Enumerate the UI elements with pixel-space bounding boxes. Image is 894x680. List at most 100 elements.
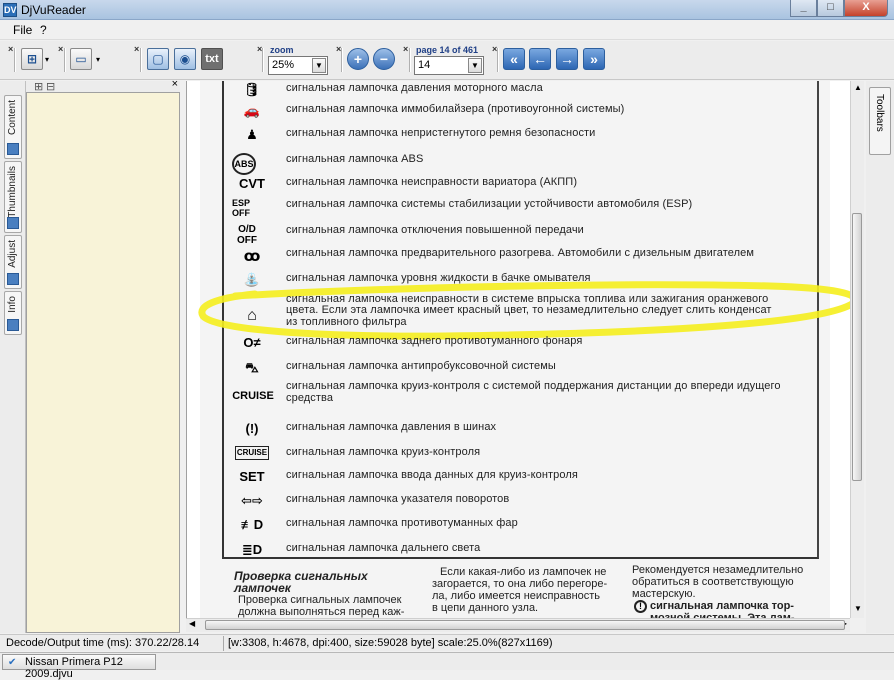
page-icon: ▭ [75,52,87,66]
row-text: сигнальная лампочка отключения повышенно… [286,224,584,236]
maximize-button[interactable]: □ [817,0,844,17]
close-icon[interactable]: × [403,44,408,54]
chevron-down-icon[interactable]: ▼ [312,58,326,73]
rear-fog-icon: O≠ [243,335,261,350]
col3-line2: обратиться в соответствующую [632,576,794,588]
zoom-in-button[interactable]: + [347,48,369,70]
first-page-icon: « [510,51,518,67]
toolbar-grip[interactable] [64,48,66,72]
toolbar-grip[interactable] [341,48,343,72]
seatbelt-icon: ♟ [246,127,258,142]
toolbar-grip[interactable] [409,48,411,72]
chevron-down-icon[interactable]: ▾ [45,55,49,64]
close-icon[interactable]: × [134,44,139,54]
app-icon: DV [3,3,17,17]
arrow-right-icon: → [560,51,574,67]
row-text: сигнальная лампочка системы стабилизации… [286,198,693,210]
row-text: сигнальная лампочка указателя поворотов [286,493,510,505]
info-icon [7,319,19,331]
chevron-down-icon[interactable]: ▼ [468,58,482,73]
vertical-scroll-thumb[interactable] [852,213,862,481]
minimize-button[interactable]: _ [790,0,817,17]
content-icon [7,143,19,155]
zoom-value: 25% [272,59,295,71]
brake-icon: ! [634,600,647,613]
od-off-icon: O/D OFF [237,224,257,246]
engine-icon: ⌂ [247,307,257,324]
window-controls: _ □ X [790,0,888,17]
row-text: сигнальная лампочка дальнего света [286,542,481,554]
sidebar-tabs: Content Thumbnails Adjust Info [0,81,26,633]
decode-time: Decode/Output time (ms): 370.22/28.14 [6,637,200,649]
toolbar-grip[interactable] [140,48,142,72]
tab-thumbnails[interactable]: Thumbnails [4,161,22,233]
col1-line2: должна выполняться перед каж- [238,606,405,618]
first-page-button[interactable]: « [503,48,525,70]
next-page-button[interactable]: → [556,48,578,70]
menu-file[interactable]: File [13,23,32,37]
layout-button[interactable]: ⊞ [21,48,43,70]
text-label: txt [205,53,219,65]
page-mode-button[interactable]: ▭ [70,48,92,70]
scroll-left-icon[interactable]: ◀ [189,619,195,628]
tab-adjust-label: Adjust [7,240,18,268]
toolbar-grip[interactable] [14,48,16,72]
high-beam-icon: ≣D [241,542,263,557]
image-button[interactable]: ◉ [174,48,196,70]
page-label: page 14 of 461 [416,45,479,55]
row-text: сигнальная лампочка неисправности вариат… [286,176,578,188]
scroll-up-icon[interactable]: ▲ [854,83,862,92]
toolbar: × ⊞ ▾ × ▭ ▾ × ▢ ◉ txt × zoom 25% ▼ × + −… [0,41,894,80]
horizontal-scroll-thumb[interactable] [205,620,845,630]
tab-info[interactable]: Info [4,291,22,335]
row-text: сигнальная лампочка предварительного раз… [286,247,755,259]
taskbar-item[interactable]: ✔ Nissan Primera P12 2009.djvu [2,654,156,680]
tab-content[interactable]: Content [4,95,22,159]
zoom-out-button[interactable]: − [373,48,395,70]
scroll-down-icon[interactable]: ▼ [854,604,862,613]
menu-help[interactable]: ? [40,23,47,37]
row-text: сигнальная лампочка заднего противотуман… [286,335,583,347]
adjust-icon [7,273,19,285]
arrow-left-icon: ← [533,51,547,67]
text-button[interactable]: txt [201,48,223,70]
last-page-button[interactable]: » [583,48,605,70]
set-icon: SET [239,469,265,484]
close-button[interactable]: X [844,0,888,17]
col3-line4: сигнальная лампочка тор- [650,600,794,612]
section-title-line2: лампочек [234,581,291,595]
zoom-select[interactable]: 25% ▼ [268,56,328,75]
zoom-in-icon: + [353,51,363,67]
tire-pressure-icon: (!) [245,421,259,436]
check-icon: ✔ [8,657,17,668]
row-text: сигнальная лампочка ABS [286,153,424,165]
page-info: [w:3308, h:4678, dpi:400, size:59028 byt… [228,637,553,649]
close-icon[interactable]: × [8,44,13,54]
chevron-down-icon[interactable]: ▾ [96,55,100,64]
tab-info-label: Info [7,296,18,313]
close-icon[interactable]: × [172,78,178,90]
tab-thumbnails-label: Thumbnails [7,166,18,218]
turn-signal-icon: ⇦⇨ [241,493,263,508]
zoom-out-icon: − [379,51,389,67]
prev-page-button[interactable]: ← [529,48,551,70]
last-page-icon: » [590,51,598,67]
close-icon[interactable]: × [58,44,63,54]
col2-line1: Если какая-либо из лампочек не [440,566,607,578]
tab-toolbars[interactable]: Toolbars [869,87,891,155]
toolbar-grip[interactable] [497,48,499,72]
toolbars-panel: Toolbars [866,81,894,633]
select-button[interactable]: ▢ [147,48,169,70]
toolbar-grip[interactable] [262,48,264,72]
zoom-label: zoom [270,45,294,55]
glow-plug-icon: ꝏ [243,248,261,265]
image-icon: ◉ [179,52,191,66]
tab-adjust[interactable]: Adjust [4,235,22,289]
taskbar: ✔ Nissan Primera P12 2009.djvu [0,652,894,680]
content-panel[interactable] [26,92,180,633]
front-fog-icon: ≢D [240,517,264,532]
col3-line1: Рекомендуется незамедлительно [632,564,804,576]
layout-icon: ⊞ [26,52,38,66]
page-select[interactable]: 14 ▼ [414,56,484,75]
row-text-line3: из топливного фильтра [286,316,407,328]
